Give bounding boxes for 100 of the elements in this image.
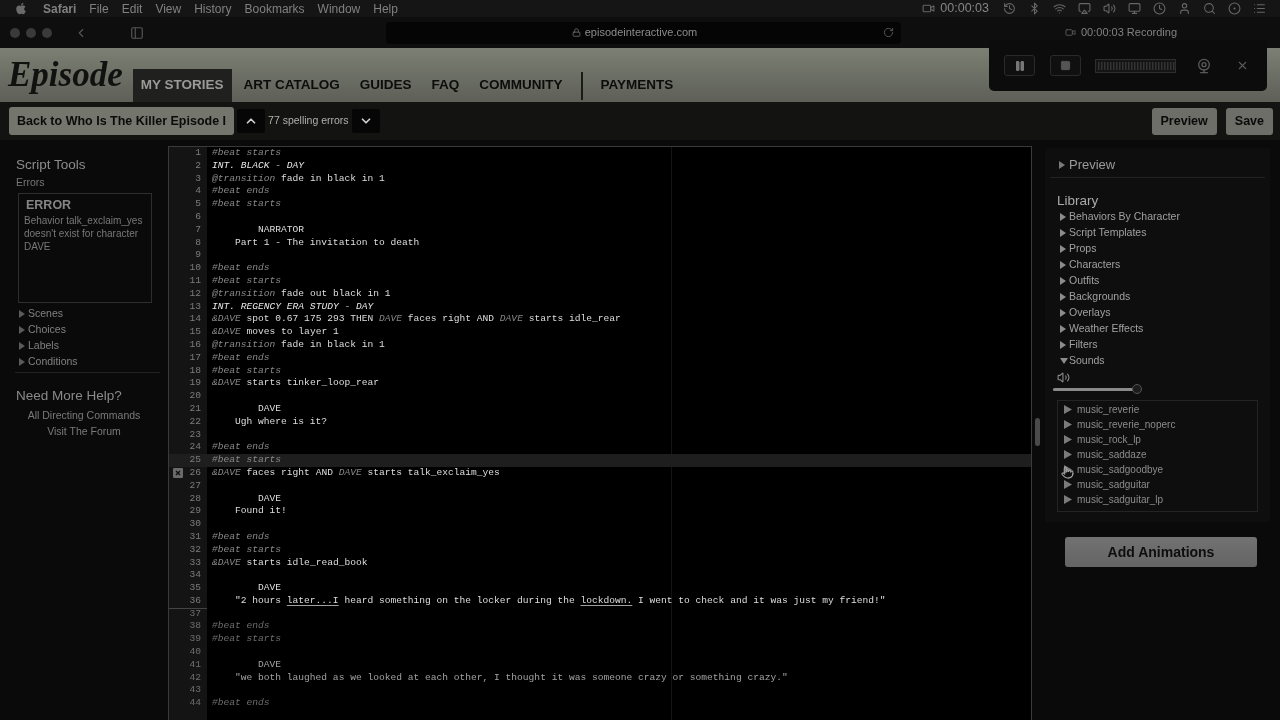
error-icon[interactable] — [173, 468, 183, 479]
bluetooth-icon[interactable] — [1028, 2, 1041, 15]
nav-tab[interactable]: GUIDES — [351, 69, 420, 102]
nav-tab[interactable]: MY STORIES — [132, 69, 232, 102]
line-number: 26 — [189, 466, 201, 480]
line-number: 33 — [189, 556, 201, 570]
circle-icon[interactable] — [1228, 2, 1241, 15]
line-number: 14 — [189, 313, 201, 327]
slider-thumb[interactable] — [1131, 384, 1142, 394]
menu-item[interactable]: View — [155, 0, 182, 18]
tree-item[interactable]: Characters — [1057, 257, 1121, 273]
apple-icon[interactable] — [15, 2, 27, 15]
tree-item[interactable]: Weather Effects — [1057, 321, 1144, 337]
nav-tab[interactable]: ART CATALOG — [235, 69, 348, 102]
window-control-icon[interactable] — [10, 27, 20, 38]
menu-item[interactable]: File — [89, 0, 109, 18]
code-line: &DAVE starts tinker_loop_rear — [212, 377, 379, 391]
wifi-icon[interactable] — [1053, 2, 1066, 15]
code-line: Ugh where is it? — [235, 415, 328, 429]
tree-item[interactable]: Props — [1057, 241, 1097, 257]
video-camera-icon — [1065, 26, 1076, 38]
airplay-icon[interactable] — [1078, 2, 1091, 15]
code-line: INT. BLACK - DAY — [212, 159, 305, 173]
menu-bar-timer[interactable]: 00:00:03 — [940, 0, 989, 18]
menu-item[interactable]: Window — [317, 0, 361, 18]
user-icon[interactable] — [1178, 2, 1191, 15]
line-number: 17 — [189, 351, 201, 365]
tree-item[interactable]: Sounds — [1057, 353, 1105, 369]
volume-icon[interactable] — [1103, 2, 1116, 15]
tree-item[interactable]: Filters — [1057, 337, 1098, 353]
close-icon[interactable] — [1236, 59, 1249, 72]
line-number: 35 — [189, 582, 201, 595]
code-line: &DAVE moves to layer 1 — [212, 326, 339, 339]
nav-tab[interactable]: FAQ — [423, 69, 468, 102]
tree-item[interactable]: Choices — [16, 322, 66, 338]
code-line: Part 1 - The invitation to death — [235, 236, 420, 250]
tree-item[interactable]: Outfits — [1057, 273, 1100, 289]
next-error-button[interactable] — [351, 109, 380, 133]
clock-icon[interactable] — [1153, 2, 1166, 15]
code-line: INT. REGENCY ERA STUDY - DAY — [212, 300, 374, 314]
window-control-icon[interactable] — [26, 27, 36, 38]
menu-item[interactable]: Help — [373, 0, 398, 18]
webcam-icon[interactable] — [1196, 57, 1212, 74]
help-title: Need More Help? — [16, 388, 122, 404]
window-control-icon[interactable] — [42, 27, 52, 38]
help-link[interactable]: Visit The Forum — [47, 423, 121, 439]
sound-item[interactable]: music_sadguitar — [1058, 477, 1150, 492]
sound-item[interactable]: music_sadguitar_lp — [1058, 492, 1164, 507]
line-number: 27 — [189, 479, 201, 493]
video-camera-icon[interactable] — [922, 2, 936, 15]
sound-item[interactable]: music_sadgoodbye — [1058, 462, 1164, 477]
tree-item[interactable]: Conditions — [16, 354, 78, 370]
save-button[interactable]: Save — [1225, 107, 1273, 135]
tree-item[interactable]: Labels — [16, 338, 59, 354]
tree-item[interactable]: Script Templates — [1057, 225, 1147, 241]
address-field[interactable]: episodeinteractive.com — [386, 21, 901, 44]
sound-item[interactable]: music_saddaze — [1058, 447, 1147, 462]
line-number: 5 — [195, 198, 201, 211]
line-number: 29 — [189, 505, 201, 519]
menu-icon[interactable] — [1253, 2, 1266, 15]
history-icon[interactable] — [1003, 2, 1016, 15]
help-link[interactable]: All Directing Commands — [27, 407, 141, 423]
code-line: @transition fade in black in 1 — [212, 172, 385, 186]
back-button[interactable]: Back to Who Is The Killer Episode I — [9, 107, 235, 135]
search-icon[interactable] — [1203, 2, 1216, 15]
line-number: 39 — [189, 633, 201, 647]
stop-button[interactable] — [1050, 55, 1081, 76]
volume-slider[interactable] — [1053, 384, 1141, 394]
nav-tab[interactable]: COMMUNITY — [471, 69, 571, 102]
sound-item[interactable]: music_reverie_noperc — [1058, 417, 1176, 432]
code-line: #beat starts — [212, 633, 282, 647]
sound-item[interactable]: music_reverie — [1058, 402, 1140, 417]
tree-item[interactable]: Overlays — [1057, 305, 1111, 321]
nav-tab[interactable]: PAYMENTS — [592, 69, 682, 102]
tree-item[interactable]: Scenes — [16, 306, 64, 322]
pause-button[interactable] — [1004, 55, 1035, 76]
line-number: 38 — [189, 620, 201, 634]
menu-item[interactable]: Edit — [121, 0, 143, 18]
line-number: 41 — [189, 658, 201, 672]
line-number: 18 — [189, 364, 201, 378]
code-line: @transition fade in black in 1 — [212, 338, 385, 352]
site-logo[interactable]: Episode — [8, 55, 123, 95]
reload-icon[interactable] — [883, 27, 894, 38]
tree-item[interactable]: Behaviors By Character — [1057, 209, 1180, 225]
tree-item[interactable]: Backgrounds — [1057, 289, 1131, 305]
preview-toggle[interactable]: Preview — [1057, 157, 1116, 173]
add-animations-button[interactable]: Add Animations — [1065, 537, 1257, 567]
monitor-icon[interactable] — [1128, 2, 1141, 15]
menu-item[interactable]: Bookmarks — [244, 0, 305, 18]
volume-icon[interactable] — [1057, 371, 1070, 384]
line-number: 37 — [189, 608, 201, 621]
scrollbar-thumb[interactable] — [1035, 418, 1040, 446]
script-editor[interactable] — [168, 146, 1032, 720]
line-number: 40 — [189, 646, 201, 659]
sound-item[interactable]: music_rock_lp — [1058, 432, 1141, 447]
sidebar-icon[interactable] — [130, 25, 144, 40]
preview-button[interactable]: Preview — [1151, 107, 1217, 135]
previous-error-button[interactable] — [237, 109, 266, 133]
menu-item[interactable]: Safari — [43, 0, 77, 18]
menu-item[interactable]: History — [194, 0, 232, 18]
